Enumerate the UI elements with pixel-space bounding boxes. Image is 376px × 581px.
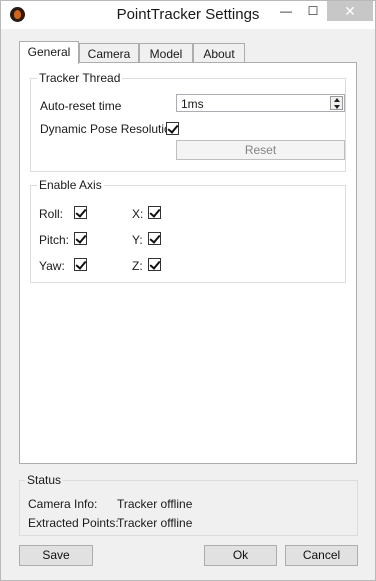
spin-up-icon[interactable] bbox=[334, 98, 340, 102]
yaw-label: Yaw: bbox=[39, 259, 65, 273]
reset-button[interactable]: Reset bbox=[176, 140, 345, 160]
spin-down-icon[interactable] bbox=[334, 105, 340, 109]
auto-reset-label: Auto-reset time bbox=[40, 99, 122, 113]
tracker-thread-title: Tracker Thread bbox=[37, 71, 123, 85]
maximize-button[interactable]: ☐ bbox=[300, 1, 326, 21]
yaw-checkbox[interactable] bbox=[74, 258, 87, 271]
status-title: Status bbox=[25, 473, 64, 487]
status-group: Status Camera Info: Tracker offline Extr… bbox=[19, 473, 358, 536]
tab-general[interactable]: General bbox=[19, 41, 79, 64]
settings-window: PointTracker Settings — ☐ ✕ General Came… bbox=[0, 0, 376, 581]
save-button[interactable]: Save bbox=[19, 545, 93, 566]
x-label: X: bbox=[132, 207, 144, 221]
y-label: Y: bbox=[132, 233, 143, 247]
dynamic-pose-label: Dynamic Pose Resolution bbox=[40, 122, 178, 136]
y-checkbox[interactable] bbox=[148, 232, 161, 245]
tab-about[interactable]: About bbox=[193, 43, 245, 63]
enable-axis-title: Enable Axis bbox=[37, 178, 104, 192]
tab-camera[interactable]: Camera bbox=[79, 43, 139, 63]
cancel-button[interactable]: Cancel bbox=[285, 545, 358, 566]
roll-label: Roll: bbox=[39, 207, 64, 221]
spin-arrows[interactable] bbox=[330, 96, 343, 110]
dynamic-pose-checkbox[interactable] bbox=[166, 122, 179, 135]
general-tab-panel: Tracker Thread Auto-reset time 1ms Dynam… bbox=[19, 62, 357, 464]
minimize-button[interactable]: — bbox=[273, 1, 299, 21]
pitch-label: Pitch: bbox=[39, 233, 70, 247]
tab-model[interactable]: Model bbox=[139, 43, 193, 63]
x-checkbox[interactable] bbox=[148, 206, 161, 219]
extracted-points-label: Extracted Points: bbox=[28, 516, 119, 530]
auto-reset-value[interactable]: 1ms bbox=[181, 97, 204, 111]
ok-button[interactable]: Ok bbox=[204, 545, 277, 566]
camera-info-label: Camera Info: bbox=[28, 497, 98, 511]
close-button[interactable]: ✕ bbox=[327, 1, 373, 21]
auto-reset-spinbox[interactable]: 1ms bbox=[176, 94, 345, 112]
camera-info-value: Tracker offline bbox=[117, 497, 193, 511]
extracted-points-value: Tracker offline bbox=[117, 516, 193, 530]
enable-axis-group: Enable Axis Roll: X: Pitch: Y: Yaw: Z: bbox=[30, 178, 346, 283]
z-checkbox[interactable] bbox=[148, 258, 161, 271]
title-bar: PointTracker Settings — ☐ ✕ bbox=[1, 1, 375, 29]
pitch-checkbox[interactable] bbox=[74, 232, 87, 245]
tracker-thread-group: Tracker Thread Auto-reset time 1ms Dynam… bbox=[30, 71, 346, 172]
z-label: Z: bbox=[132, 259, 143, 273]
roll-checkbox[interactable] bbox=[74, 206, 87, 219]
